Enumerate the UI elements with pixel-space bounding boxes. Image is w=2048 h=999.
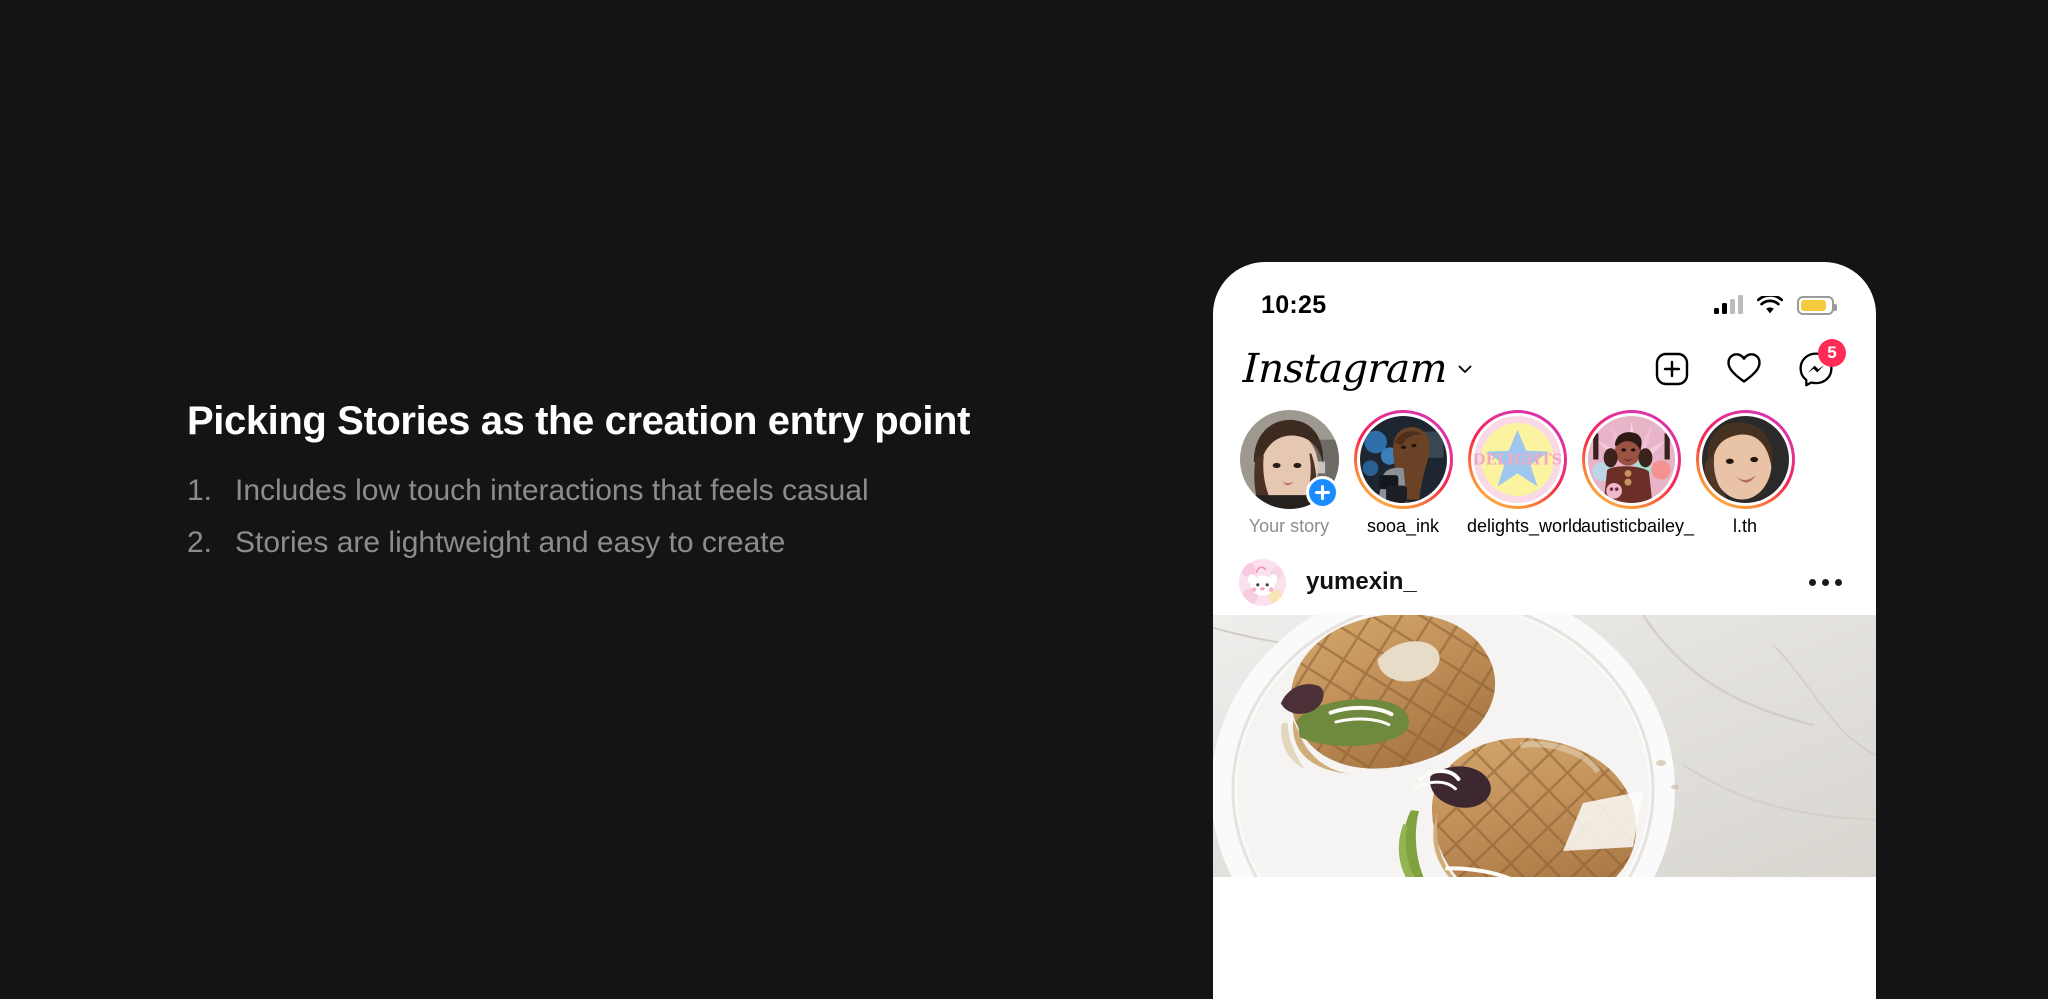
avatar [1359, 416, 1447, 503]
list-item: 1. Includes low touch interactions that … [187, 476, 1087, 506]
brand-dropdown[interactable]: Instagram [1242, 346, 1473, 392]
svg-text:DELIGHTS: DELIGHTS [1474, 452, 1561, 469]
story-item-delights_world[interactable]: DELIGHTS delights_world [1467, 410, 1583, 537]
instagram-logo: Instagram [1242, 346, 1448, 392]
avatar [1701, 416, 1789, 503]
story-ring [1695, 410, 1795, 509]
status-badge: 5 [1818, 339, 1846, 367]
stories-tray[interactable]: Your story sooa_ink DELIGHTS delights_wo… [1213, 404, 1876, 549]
add-story-button[interactable] [1305, 476, 1339, 509]
story-ring [1581, 410, 1681, 509]
list-item-number: 2. [187, 526, 213, 559]
list-item: 2. Stories are lightweight and easy to c… [187, 528, 1087, 558]
plus-box-icon[interactable] [1654, 351, 1690, 387]
messenger-icon[interactable]: 5 [1798, 339, 1846, 387]
story-label: delights_world [1467, 516, 1583, 536]
app-header: Instagram 5 [1213, 334, 1876, 404]
more-options-icon[interactable] [1809, 578, 1842, 586]
post-image[interactable] [1213, 615, 1876, 877]
list-item-number: 1. [187, 474, 213, 507]
header-icon-group: 5 [1654, 339, 1846, 387]
battery-icon [1797, 295, 1837, 315]
story-item-sooa_ink[interactable]: sooa_ink [1353, 410, 1453, 537]
heart-icon[interactable] [1726, 351, 1762, 387]
status-icons [1714, 295, 1837, 315]
story-ring [1353, 410, 1453, 509]
story-label: sooa_ink [1366, 516, 1440, 536]
post-username[interactable]: yumexin_ [1306, 568, 1789, 596]
story-item-l-th[interactable]: l.th [1695, 410, 1795, 537]
wifi-icon [1757, 295, 1783, 313]
cellular-signal-icon [1714, 295, 1743, 314]
status-bar: 10:25 [1213, 262, 1876, 334]
story-label: l.th [1732, 516, 1757, 536]
avatar [1587, 416, 1675, 503]
list-item-label: Stories are lightweight and easy to crea… [235, 526, 786, 559]
story-ring [1239, 410, 1339, 509]
status-time: 10:25 [1261, 290, 1327, 319]
avatar[interactable] [1239, 558, 1286, 606]
avatar: DELIGHTS [1473, 416, 1561, 503]
phone-mockup: 10:25 Instagram 5 Your story sooa_ink DE… [1213, 262, 1876, 999]
chevron-down-icon [1458, 365, 1472, 373]
story-label: autisticbailey_ [1581, 516, 1695, 536]
story-item-your-story[interactable]: Your story [1239, 410, 1339, 537]
story-ring: DELIGHTS [1467, 410, 1567, 509]
slide-copy-block: Picking Stories as the creation entry po… [187, 398, 1087, 580]
page-title: Picking Stories as the creation entry po… [187, 399, 970, 443]
post-header: yumexin_ [1213, 549, 1876, 615]
bullet-list: 1. Includes low touch interactions that … [187, 476, 1087, 558]
story-item-autisticbailey_[interactable]: autisticbailey_ [1581, 410, 1695, 537]
list-item-label: Includes low touch interactions that fee… [235, 474, 869, 507]
story-label: Your story [1248, 516, 1330, 536]
